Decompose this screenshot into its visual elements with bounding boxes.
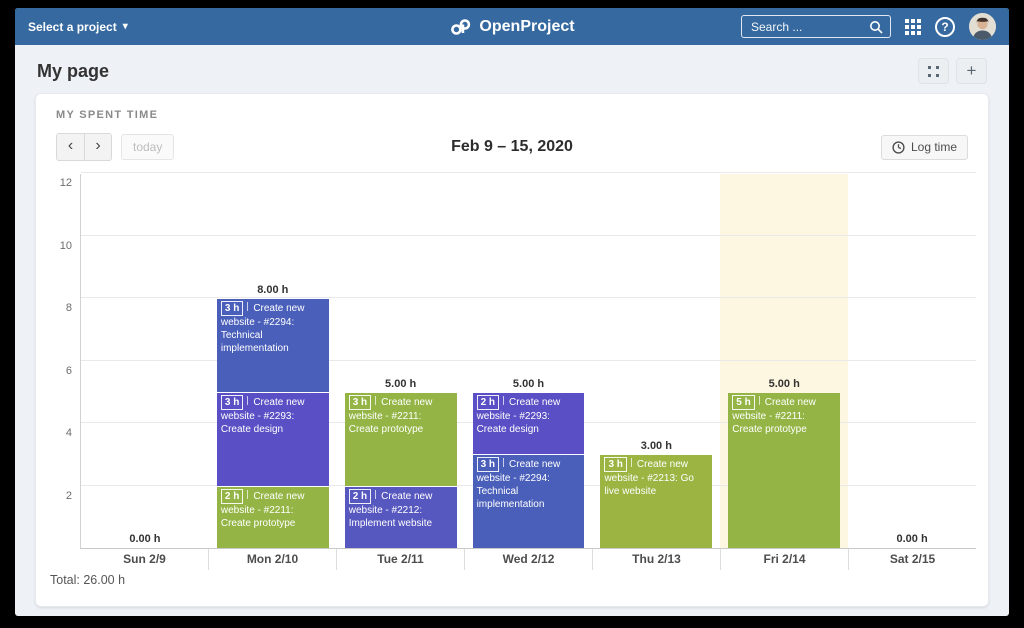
day-column: 8.00 h 3 hCreate new website - #2294: Tec… [209, 174, 337, 548]
clock-icon [892, 141, 905, 154]
chevron-down-icon: ▾ [123, 21, 128, 32]
divider [375, 490, 376, 499]
time-entry-stack: 3 hCreate new website - #2213: Go live w… [600, 455, 712, 548]
widget-title: MY SPENT TIME [48, 107, 976, 133]
log-time-button[interactable]: Log time [881, 135, 968, 160]
help-icon[interactable]: ? [935, 17, 955, 37]
gridline [81, 172, 976, 173]
day-column: 0.00 h [848, 174, 976, 548]
select-project-dropdown[interactable]: Select a project ▾ [28, 20, 128, 34]
search-box [741, 15, 891, 38]
divider [247, 302, 248, 311]
hours-badge: 3 h [349, 395, 371, 410]
day-axis-label: Thu 2/13 [592, 549, 720, 570]
y-axis-tick-label: 8 [66, 302, 72, 314]
user-avatar[interactable] [969, 13, 996, 40]
divider [503, 458, 504, 467]
time-entry-segment[interactable]: 3 hCreate new website - #2211: Create pr… [345, 393, 457, 486]
y-axis-tick-label: 4 [66, 427, 72, 439]
time-entry-stack: 5 hCreate new website - #2211: Create pr… [728, 393, 840, 548]
day-column: 0.00 h [81, 174, 209, 548]
hours-badge: 2 h [349, 489, 371, 504]
hours-badge: 3 h [477, 457, 499, 472]
day-axis-label: Mon 2/10 [208, 549, 336, 570]
page-title: My page [37, 61, 109, 82]
time-entry-segment[interactable]: 3 hCreate new website - #2213: Go live w… [600, 455, 712, 548]
y-axis-tick-label: 10 [60, 240, 72, 252]
time-entry-segment[interactable]: 3 hCreate new website - #2294: Technical… [473, 455, 585, 548]
period-title: Feb 9 – 15, 2020 [48, 138, 976, 156]
openproject-logo[interactable]: OpenProject [449, 18, 574, 36]
week-nav-group: ‹ › [56, 133, 112, 161]
day-total-label: 3.00 h [600, 440, 712, 452]
hours-badge: 5 h [732, 395, 754, 410]
time-entry-segment[interactable]: 3 hCreate new website - #2293: Create de… [217, 393, 329, 486]
y-axis-tick-label: 2 [66, 490, 72, 502]
day-total-label: 0.00 h [89, 533, 201, 545]
y-axis-tick-label: 12 [60, 177, 72, 189]
previous-week-button[interactable]: ‹ [57, 134, 84, 160]
next-week-button[interactable]: › [84, 134, 111, 160]
plus-icon: + [967, 62, 977, 79]
gridline [81, 297, 976, 298]
time-entry-segment[interactable]: 2 hCreate new website - #2293: Create de… [473, 393, 585, 455]
page-header: My page + [15, 45, 1009, 93]
select-project-label: Select a project [28, 20, 117, 34]
hours-badge: 3 h [604, 457, 626, 472]
time-entry-segment[interactable]: 3 hCreate new website - #2294: Technical… [217, 299, 329, 392]
time-entry-segment[interactable]: 5 hCreate new website - #2211: Create pr… [728, 393, 840, 548]
day-total-label: 5.00 h [728, 378, 840, 390]
chart-plot: 0.00 h 8.00 h 3 hCreate new website - #229… [80, 174, 976, 549]
time-entry-stack: 3 hCreate new website - #2211: Create pr… [345, 393, 457, 548]
spent-time-chart: 2 4 6 8 10 12 0.00 h 8.00 h 3 hCreate new websi… [48, 174, 976, 587]
time-entry-segment[interactable]: 2 hCreate new website - #2211: Create pr… [217, 487, 329, 549]
day-axis-label: Tue 2/11 [336, 549, 464, 570]
divider [375, 396, 376, 405]
hours-badge: 2 h [477, 395, 499, 410]
day-column: 5.00 h 2 hCreate new website - #2293: Cre… [465, 174, 593, 548]
calendar-toolbar: Feb 9 – 15, 2020 ‹ › today Log time [48, 133, 976, 174]
day-axis-label: Sat 2/15 [848, 549, 976, 570]
day-total-label: 0.00 h [856, 533, 968, 545]
openproject-logo-text: OpenProject [479, 18, 574, 36]
day-total-label: 5.00 h [473, 378, 585, 390]
divider [503, 396, 504, 405]
time-entry-stack: 3 hCreate new website - #2294: Technical… [217, 299, 329, 548]
search-icon[interactable] [869, 20, 883, 34]
divider [759, 396, 760, 405]
add-widget-button[interactable]: + [956, 58, 987, 84]
time-entry-stack: 2 hCreate new website - #2293: Create de… [473, 393, 585, 548]
gridline [81, 235, 976, 236]
day-column: 3.00 h 3 hCreate new website - #2213: Go … [592, 174, 720, 548]
modules-grid-icon[interactable] [905, 19, 921, 35]
today-button[interactable]: today [121, 134, 174, 160]
day-column: 5.00 h 3 hCreate new website - #2211: Cre… [337, 174, 465, 548]
day-total-label: 8.00 h [217, 284, 329, 296]
my-spent-time-widget: MY SPENT TIME Feb 9 – 15, 2020 ‹ › today… [35, 93, 989, 607]
day-axis-label: Sun 2/9 [81, 549, 208, 570]
day-column: 5.00 h 5 hCreate new website - #2211: Cre… [720, 174, 848, 548]
day-axis-label: Wed 2/12 [464, 549, 592, 570]
log-time-label: Log time [911, 140, 957, 154]
hours-badge: 3 h [221, 395, 243, 410]
search-input[interactable] [749, 19, 869, 35]
week-total-label: Total: 26.00 h [48, 570, 976, 587]
app-window: Select a project ▾ OpenProject [15, 8, 1009, 616]
openproject-logo-icon [449, 19, 472, 35]
time-entry-segment[interactable]: 2 hCreate new website - #2212: Implement… [345, 487, 457, 549]
x-axis: Sun 2/9Mon 2/10Tue 2/11Wed 2/12Thu 2/13F… [81, 549, 976, 570]
hours-badge: 3 h [221, 301, 243, 316]
gridline [81, 360, 976, 361]
divider [247, 490, 248, 499]
hours-badge: 2 h [221, 489, 243, 504]
y-axis: 2 4 6 8 10 12 [48, 174, 80, 549]
arrange-widgets-button[interactable] [918, 58, 949, 84]
day-axis-label: Fri 2/14 [720, 549, 848, 570]
top-navigation-bar: Select a project ▾ OpenProject [15, 8, 1009, 45]
divider [631, 458, 632, 467]
y-axis-tick-label: 6 [66, 365, 72, 377]
divider [247, 396, 248, 405]
day-total-label: 5.00 h [345, 378, 457, 390]
